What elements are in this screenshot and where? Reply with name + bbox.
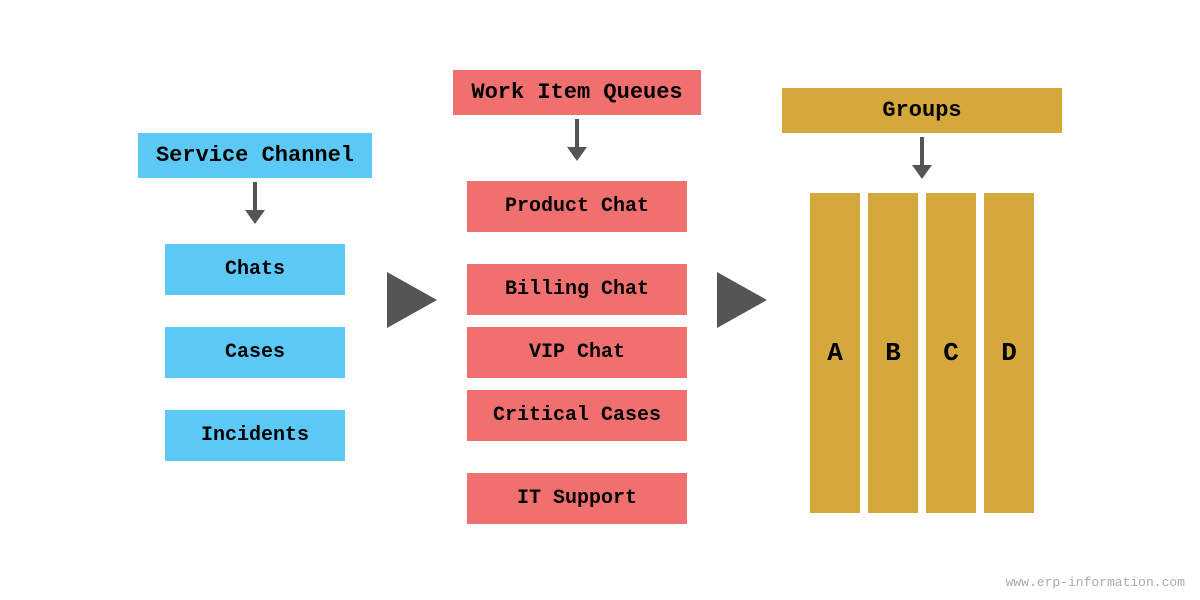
service-channel-column: Service Channel Chats Cases Incidents [138, 133, 372, 467]
groups-bars: A B C D [810, 193, 1034, 513]
queue-item-it-support: IT Support [467, 473, 687, 524]
queue-item-vip-chat: VIP Chat [467, 327, 687, 378]
work-item-queues-header: Work Item Queues [453, 70, 700, 115]
queue-item-billing-chat: Billing Chat [467, 264, 687, 315]
arrow-right-icon [387, 272, 437, 328]
arrow-service-to-queues [372, 272, 452, 328]
arrow-right-icon-2 [717, 272, 767, 328]
queues-items: Product Chat Billing Chat VIP Chat Criti… [467, 175, 687, 530]
group-bar-c: C [926, 193, 976, 513]
watermark: www.erp-information.com [1006, 575, 1185, 590]
service-channel-items: Chats Cases Incidents [165, 238, 345, 467]
arrow-down-groups [912, 137, 932, 179]
arrow-down-service [245, 182, 265, 224]
queue-item-critical-cases: Critical Cases [467, 390, 687, 441]
groups-header: Groups [782, 88, 1062, 133]
service-channel-header: Service Channel [138, 133, 372, 178]
service-item-chats: Chats [165, 244, 345, 295]
queue-item-product-chat: Product Chat [467, 181, 687, 232]
groups-column: Groups A B C D [782, 88, 1062, 513]
group-bar-a: A [810, 193, 860, 513]
work-item-queues-column: Work Item Queues Product Chat Billing Ch… [452, 70, 702, 530]
group-bar-b: B [868, 193, 918, 513]
group-bar-d: D [984, 193, 1034, 513]
service-item-incidents: Incidents [165, 410, 345, 461]
arrow-queues-to-groups [702, 272, 782, 328]
service-item-cases: Cases [165, 327, 345, 378]
arrow-down-queues [567, 119, 587, 161]
diagram: Service Channel Chats Cases Incidents [0, 0, 1200, 600]
